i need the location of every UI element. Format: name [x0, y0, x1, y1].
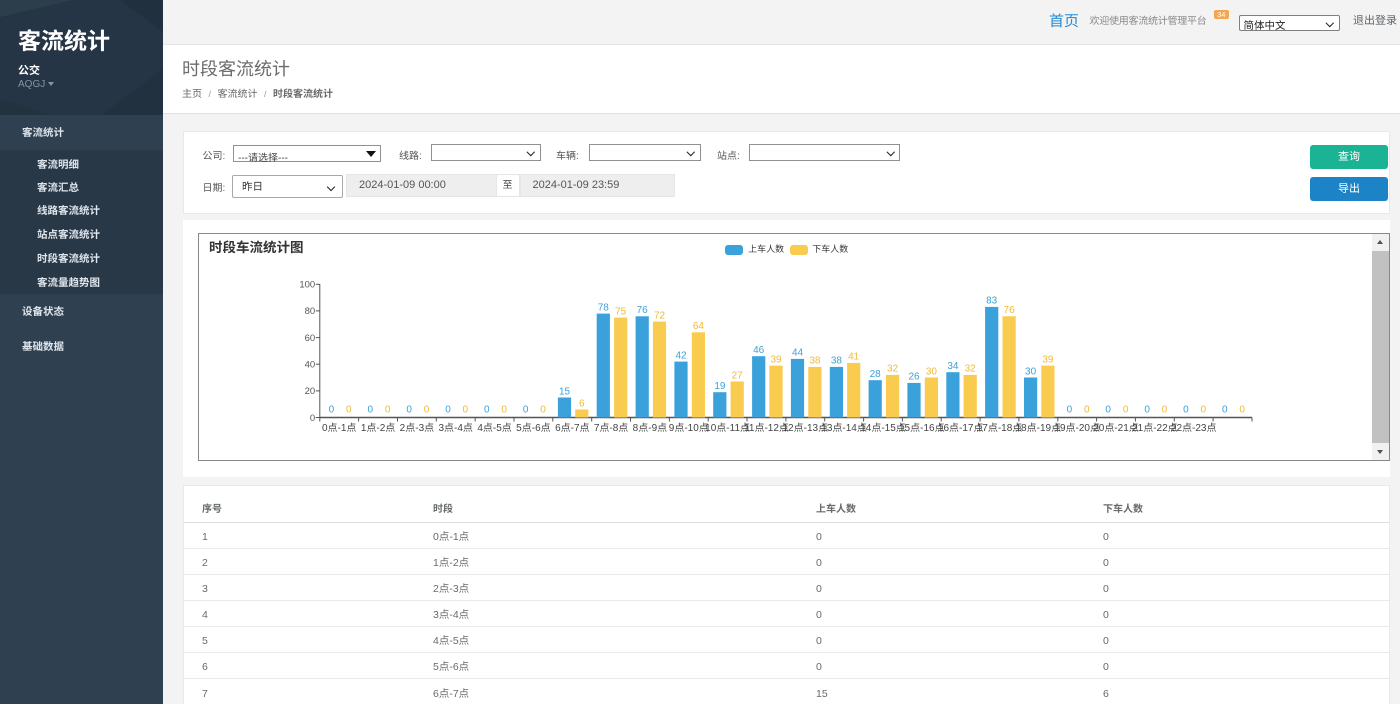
svg-text:0: 0 — [328, 404, 334, 415]
svg-text:4点-5点: 4点-5点 — [477, 422, 511, 434]
svg-text:0: 0 — [445, 404, 451, 415]
svg-text:0: 0 — [1200, 404, 1206, 415]
svg-text:0: 0 — [501, 404, 507, 415]
svg-text:0: 0 — [367, 404, 373, 415]
svg-text:0: 0 — [1122, 404, 1128, 415]
svg-text:30: 30 — [925, 366, 937, 377]
svg-text:0: 0 — [1105, 404, 1111, 415]
svg-text:38: 38 — [809, 356, 821, 367]
svg-text:5点-6点: 5点-6点 — [516, 422, 550, 434]
svg-text:9点-10点: 9点-10点 — [668, 422, 708, 434]
svg-text:0: 0 — [1183, 404, 1189, 415]
svg-text:3点-4点: 3点-4点 — [438, 422, 472, 434]
svg-text:44: 44 — [791, 348, 803, 359]
svg-text:15: 15 — [558, 386, 570, 397]
svg-text:76: 76 — [1003, 305, 1015, 316]
svg-text:6点-7点: 6点-7点 — [555, 422, 589, 434]
svg-text:0: 0 — [1144, 404, 1150, 415]
svg-text:100: 100 — [299, 280, 315, 291]
svg-text:22点-23点: 22点-23点 — [1170, 422, 1216, 434]
svg-text:83: 83 — [986, 296, 998, 307]
svg-text:0: 0 — [484, 404, 490, 415]
svg-text:0: 0 — [1222, 404, 1228, 415]
svg-text:32: 32 — [964, 364, 976, 375]
svg-text:0: 0 — [462, 404, 468, 415]
svg-text:0: 0 — [522, 404, 528, 415]
svg-text:76: 76 — [636, 305, 648, 316]
svg-text:0: 0 — [540, 404, 546, 415]
svg-text:40: 40 — [304, 360, 315, 371]
svg-text:34: 34 — [947, 361, 959, 372]
svg-text:0: 0 — [1161, 404, 1167, 415]
svg-text:39: 39 — [770, 354, 782, 365]
svg-text:20: 20 — [304, 386, 315, 397]
svg-text:38: 38 — [830, 356, 842, 367]
svg-text:0: 0 — [1239, 404, 1245, 415]
svg-text:0: 0 — [423, 404, 429, 415]
svg-text:46: 46 — [753, 345, 765, 356]
svg-text:28: 28 — [869, 369, 881, 380]
svg-text:26: 26 — [908, 372, 920, 383]
svg-text:0: 0 — [346, 404, 352, 415]
svg-text:41: 41 — [848, 352, 860, 363]
svg-text:64: 64 — [692, 321, 704, 332]
svg-text:0: 0 — [384, 404, 390, 415]
svg-text:60: 60 — [304, 333, 315, 344]
svg-text:75: 75 — [615, 306, 627, 317]
svg-text:7点-8点: 7点-8点 — [593, 422, 627, 434]
svg-text:6: 6 — [579, 398, 585, 409]
svg-text:8点-9点: 8点-9点 — [632, 422, 666, 434]
svg-text:27: 27 — [731, 370, 743, 381]
svg-text:19: 19 — [714, 381, 726, 392]
svg-text:78: 78 — [597, 302, 609, 313]
svg-text:1点-2点: 1点-2点 — [360, 422, 394, 434]
svg-text:30: 30 — [1025, 366, 1037, 377]
svg-text:2点-3点: 2点-3点 — [399, 422, 433, 434]
svg-text:80: 80 — [304, 306, 315, 317]
svg-text:0点-1点: 0点-1点 — [321, 422, 355, 434]
svg-text:42: 42 — [675, 350, 687, 361]
svg-text:0: 0 — [406, 404, 412, 415]
svg-text:72: 72 — [653, 310, 665, 321]
svg-text:0: 0 — [309, 413, 314, 424]
svg-text:0: 0 — [1066, 404, 1072, 415]
svg-text:0: 0 — [1084, 404, 1090, 415]
svg-text:32: 32 — [887, 364, 899, 375]
svg-text:39: 39 — [1042, 354, 1054, 365]
